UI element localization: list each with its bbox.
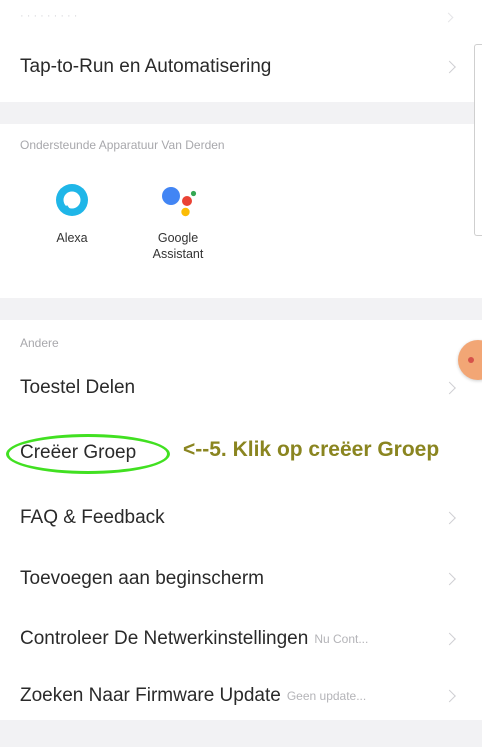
google-assistant-icon — [162, 187, 197, 217]
section-gap — [0, 298, 482, 320]
firmware-update-status: Geen update... — [286, 689, 367, 703]
google-assistant-tile[interactable]: Google Assistant — [133, 182, 223, 262]
third-party-section: Ondersteunde Apparatuur Van Derden Alexa… — [0, 124, 482, 298]
faq-feedback-row[interactable]: FAQ & Feedback — [0, 488, 482, 548]
tap-to-run-section: Tap-to-Run en Automatisering — [0, 32, 482, 102]
faded-top-label: · · · · · · · · · — [20, 10, 78, 22]
google-assistant-label: Google Assistant — [152, 231, 204, 261]
tutorial-annotation: <--5. Klik op creëer Groep — [183, 438, 440, 461]
chevron-right-icon — [443, 60, 456, 74]
add-to-homescreen-row[interactable]: Toevoegen aan beginscherm — [0, 549, 482, 609]
chevron-right-icon — [443, 689, 456, 703]
chevron-right-icon — [443, 12, 454, 23]
section-gap — [0, 102, 482, 124]
tap-to-run-label: Tap-to-Run en Automatisering — [20, 56, 272, 77]
chevron-right-icon — [443, 381, 456, 395]
alexa-tile[interactable]: Alexa — [27, 182, 117, 246]
alexa-label: Alexa — [56, 231, 88, 245]
share-device-row[interactable]: Toestel Delen — [0, 358, 482, 418]
alexa-icon — [56, 184, 88, 216]
network-settings-status: Nu Cont... — [314, 632, 369, 646]
edge-panel — [474, 44, 482, 236]
top-section: · · · · · · · · · — [0, 0, 482, 32]
other-header: Andere — [20, 336, 59, 350]
chevron-right-icon — [443, 572, 456, 586]
firmware-update-row[interactable]: Zoeken Naar Firmware Update Geen update.… — [0, 666, 482, 726]
chevron-right-icon — [443, 632, 456, 646]
network-settings-label: Controleer De Netwerkinstellingen — [20, 628, 309, 649]
share-device-label: Toestel Delen — [20, 377, 136, 398]
other-section: Andere Toestel Delen Creëer Groep FAQ & … — [0, 320, 482, 720]
add-to-homescreen-label: Toevoegen aan beginscherm — [20, 568, 265, 589]
third-party-header: Ondersteunde Apparatuur Van Derden — [20, 138, 225, 152]
dot-icon — [468, 357, 474, 363]
section-gap — [0, 720, 482, 747]
network-settings-row[interactable]: Controleer De Netwerkinstellingen Nu Con… — [0, 609, 482, 669]
highlight-ring — [6, 434, 170, 474]
chevron-right-icon — [443, 511, 456, 525]
firmware-update-label: Zoeken Naar Firmware Update — [20, 685, 281, 706]
faq-feedback-label: FAQ & Feedback — [20, 507, 165, 528]
tap-to-run-row[interactable]: Tap-to-Run en Automatisering — [0, 37, 482, 97]
